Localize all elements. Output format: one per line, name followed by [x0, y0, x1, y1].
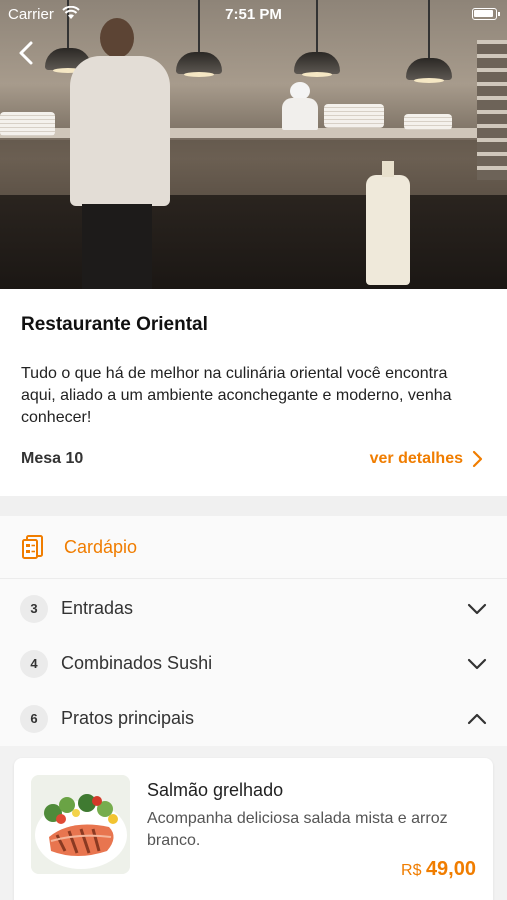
- category-count-badge: 6: [20, 704, 48, 733]
- chevron-up-icon: [467, 713, 487, 725]
- category-count-badge: 3: [20, 594, 48, 623]
- category-combinados-sushi[interactable]: 4 Combinados Sushi: [0, 636, 507, 691]
- status-time: 7:51 PM: [225, 6, 282, 23]
- menu-title: Cardápio: [64, 536, 138, 557]
- dishes-list: Salmão grelhado Acompanha deliciosa sala…: [0, 746, 507, 900]
- chevron-down-icon: [467, 658, 487, 670]
- category-name: Combinados Sushi: [61, 653, 213, 673]
- restaurant-name: Restaurante Oriental: [21, 314, 208, 335]
- hero-image: [0, 0, 507, 289]
- category-name: Entradas: [61, 598, 134, 618]
- price-value: 49,00: [425, 858, 476, 880]
- restaurant-info: Restaurante Oriental Tudo o que há de me…: [0, 289, 507, 496]
- battery-icon: [472, 8, 500, 20]
- details-link-label: ver detalhes: [369, 450, 463, 467]
- section-divider: [0, 496, 507, 516]
- dish-price: R$ 49,00: [401, 858, 476, 881]
- chevron-right-icon: [472, 450, 483, 468]
- menu-header: Cardápio: [0, 516, 507, 579]
- dish-card[interactable]: Salmão grelhado Acompanha deliciosa sala…: [14, 758, 493, 900]
- dish-image: [31, 775, 130, 874]
- dish-description: Acompanha deliciosa salada mista e arroz…: [147, 810, 448, 849]
- price-currency: R$: [401, 862, 422, 879]
- restaurant-description: Tudo o que há de melhor na culinária ori…: [21, 365, 452, 426]
- back-button[interactable]: [12, 38, 42, 68]
- category-count-badge: 4: [20, 649, 48, 678]
- category-pratos-principais[interactable]: 6 Pratos principais: [0, 691, 507, 746]
- dish-name: Salmão grelhado: [147, 780, 284, 800]
- chevron-down-icon: [467, 603, 487, 615]
- table-label: Mesa 10: [21, 450, 84, 467]
- menu-document-icon: [22, 535, 43, 559]
- details-link[interactable]: ver detalhes: [370, 450, 483, 468]
- back-icon: [19, 41, 33, 65]
- category-entradas[interactable]: 3 Entradas: [0, 581, 507, 636]
- menu-section: Cardápio 3 Entradas 4 Combinados Sushi 6…: [0, 516, 507, 746]
- category-name: Pratos principais: [61, 708, 195, 728]
- status-bar: Carrier 7:51 PM: [0, 0, 507, 28]
